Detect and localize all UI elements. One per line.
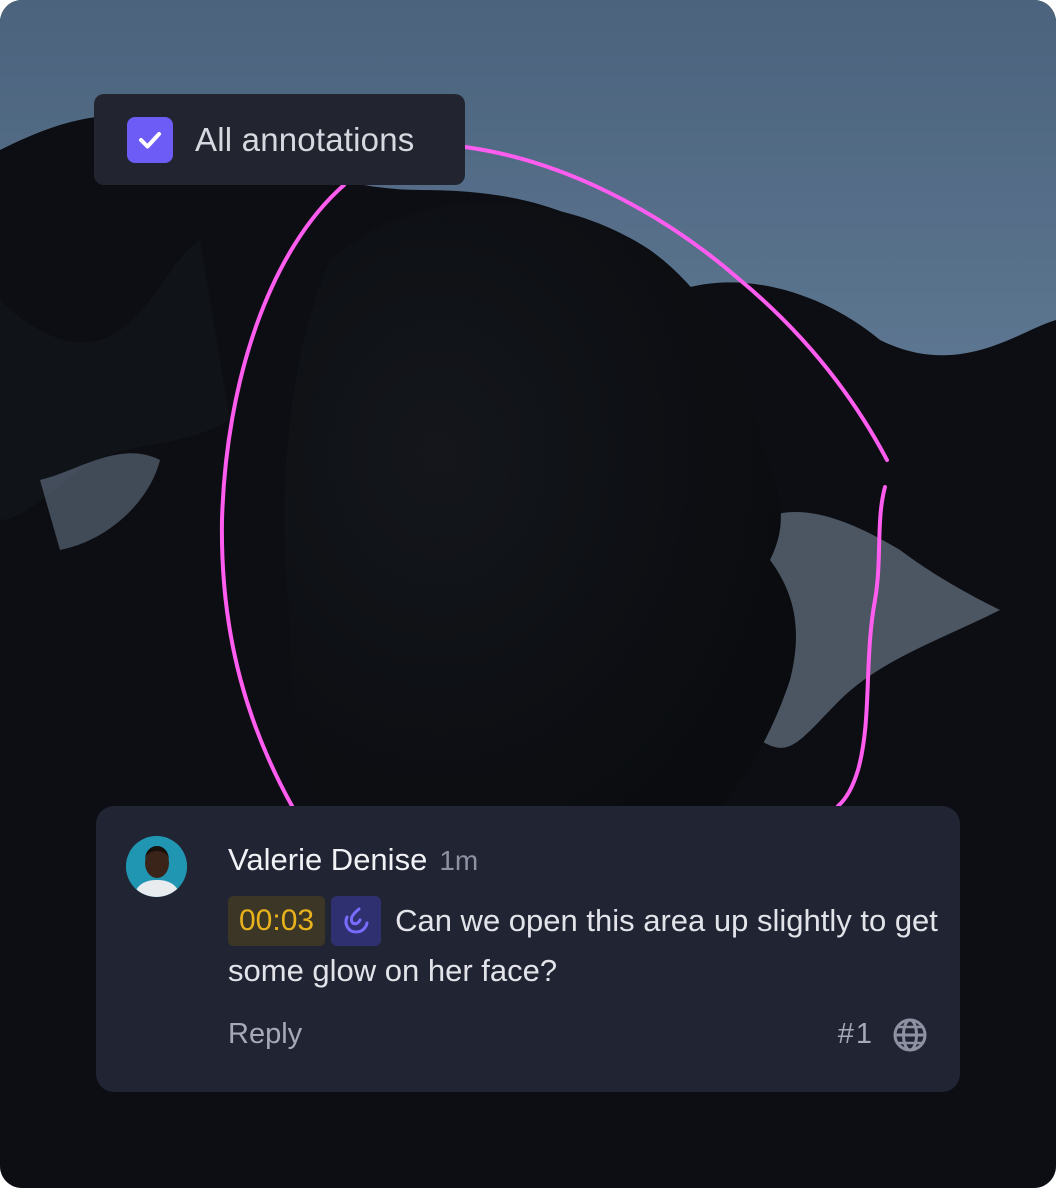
timestamp-chip[interactable]: 00:03	[228, 896, 326, 946]
checkbox-checked-icon[interactable]	[127, 116, 173, 163]
all-annotations-label: All annotations	[195, 120, 415, 158]
all-annotations-toggle[interactable]: All annotations	[94, 94, 465, 185]
comment-card: Valerie Denise 1m 00:03 Can we open this …	[96, 806, 960, 1092]
reply-button[interactable]: Reply	[228, 1018, 302, 1051]
avatar	[126, 836, 187, 897]
comment-time: 1m	[439, 845, 479, 876]
comment-body: 00:03 Can we open this area up slightly t…	[228, 896, 940, 996]
globe-icon[interactable]	[892, 1017, 928, 1053]
comment-number: #1	[837, 1018, 874, 1050]
comment-header: Valerie Denise 1m	[228, 842, 478, 878]
video-frame: All annotations Valerie Denise 1m 00:03 C…	[0, 0, 1056, 1188]
author-name: Valerie Denise	[228, 842, 428, 877]
annotation-brush-icon[interactable]	[331, 896, 382, 946]
